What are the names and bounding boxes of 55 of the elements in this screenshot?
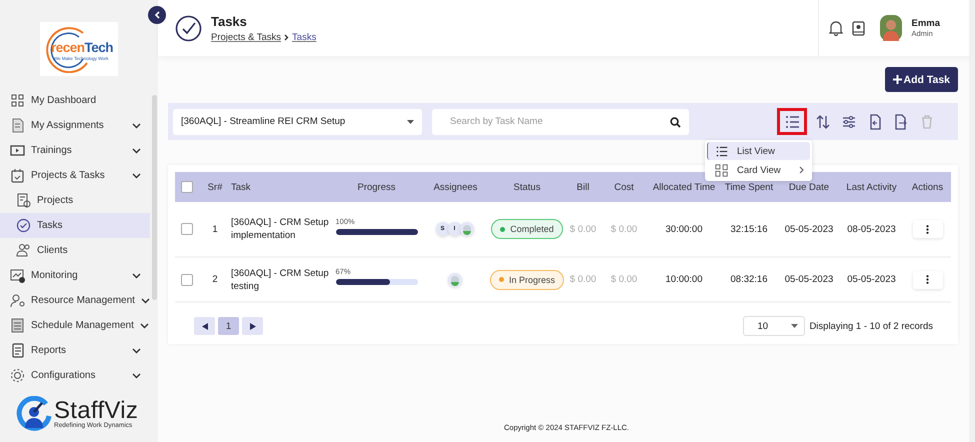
table-cell: 1 bbox=[212, 224, 218, 234]
brand-name: StaffViz bbox=[54, 400, 138, 422]
table-cell: 05-05-2023 bbox=[784, 224, 834, 234]
page-size-dropdown[interactable]: 10 bbox=[743, 316, 806, 336]
table-cell: 05-05-2023 bbox=[784, 274, 834, 285]
status-badge: In Progress bbox=[490, 270, 564, 290]
task-name: [360AQL] - CRM Setup implementation bbox=[231, 217, 329, 241]
table-cell: $ 0.00 bbox=[610, 224, 638, 234]
column-header: Sr# bbox=[208, 182, 222, 192]
column-header: Actions bbox=[912, 182, 944, 192]
menu-item[interactable]: Clients bbox=[0, 238, 150, 263]
column-header: Due Date bbox=[788, 182, 830, 192]
breadcrumb-link[interactable]: Tasks bbox=[292, 32, 316, 42]
menu-item[interactable]: Projects & Tasks bbox=[0, 163, 150, 188]
menu-item[interactable]: Schedule Management bbox=[0, 313, 150, 338]
table-cell: 32:15:16 bbox=[730, 224, 768, 234]
menu-item[interactable]: Trainings bbox=[0, 138, 150, 163]
table-cell: $ 0.00 bbox=[570, 274, 596, 285]
column-header: Assignees bbox=[434, 182, 478, 192]
user-name: Emma bbox=[911, 18, 940, 29]
menu-item[interactable]: Projects bbox=[0, 188, 150, 213]
column-header: Allocated Time bbox=[652, 182, 716, 192]
project-dropdown[interactable]: [360AQL] - Streamline REI CRM Setup bbox=[173, 108, 422, 134]
menu-item[interactable]: My Dashboard bbox=[0, 88, 150, 113]
column-header: Last Activity bbox=[846, 182, 897, 192]
table-cell: 2 bbox=[212, 274, 218, 285]
breadcrumb-link[interactable]: Projects & Tasks bbox=[211, 32, 282, 42]
menu-item[interactable]: My Assignments bbox=[0, 113, 150, 138]
table-cell: 05-05-2023 bbox=[847, 274, 896, 285]
status-badge: Completed bbox=[491, 219, 563, 239]
page-title: Tasks bbox=[211, 14, 248, 28]
page-button[interactable]: 1 bbox=[218, 317, 239, 335]
add-task-button[interactable]: Add Task bbox=[884, 67, 958, 92]
menu-item[interactable]: Reports bbox=[0, 338, 150, 363]
table-cell: 10:00:00 bbox=[666, 274, 702, 285]
column-header: Cost bbox=[614, 182, 634, 192]
records-summary: Displaying 1 - 10 of 2 records bbox=[809, 320, 933, 332]
menu-item[interactable]: Card View bbox=[707, 161, 810, 179]
column-header: Status bbox=[514, 182, 540, 192]
column-header: Progress bbox=[357, 182, 396, 192]
column-header: Bill bbox=[576, 182, 590, 192]
column-header: Time Spent bbox=[724, 182, 774, 192]
search-field[interactable]: Search by Task Name bbox=[432, 108, 689, 134]
task-name: [360AQL] - CRM Setup testing bbox=[231, 268, 329, 292]
menu-item[interactable]: Monitoring bbox=[0, 263, 150, 288]
menu-item[interactable]: List View bbox=[707, 142, 810, 160]
table-cell: 30:00:00 bbox=[666, 224, 702, 234]
table-cell: $ 0.00 bbox=[610, 274, 638, 285]
menu-item[interactable]: Configurations bbox=[0, 363, 150, 388]
table-cell: 08-05-2023 bbox=[847, 224, 896, 234]
menu-item[interactable]: Tasks bbox=[0, 213, 150, 238]
column-header: Task bbox=[231, 182, 251, 192]
menu-item[interactable]: Resource Management bbox=[0, 288, 150, 313]
table-cell: $ 0.00 bbox=[570, 224, 596, 234]
table-cell: 08:32:16 bbox=[730, 274, 768, 285]
